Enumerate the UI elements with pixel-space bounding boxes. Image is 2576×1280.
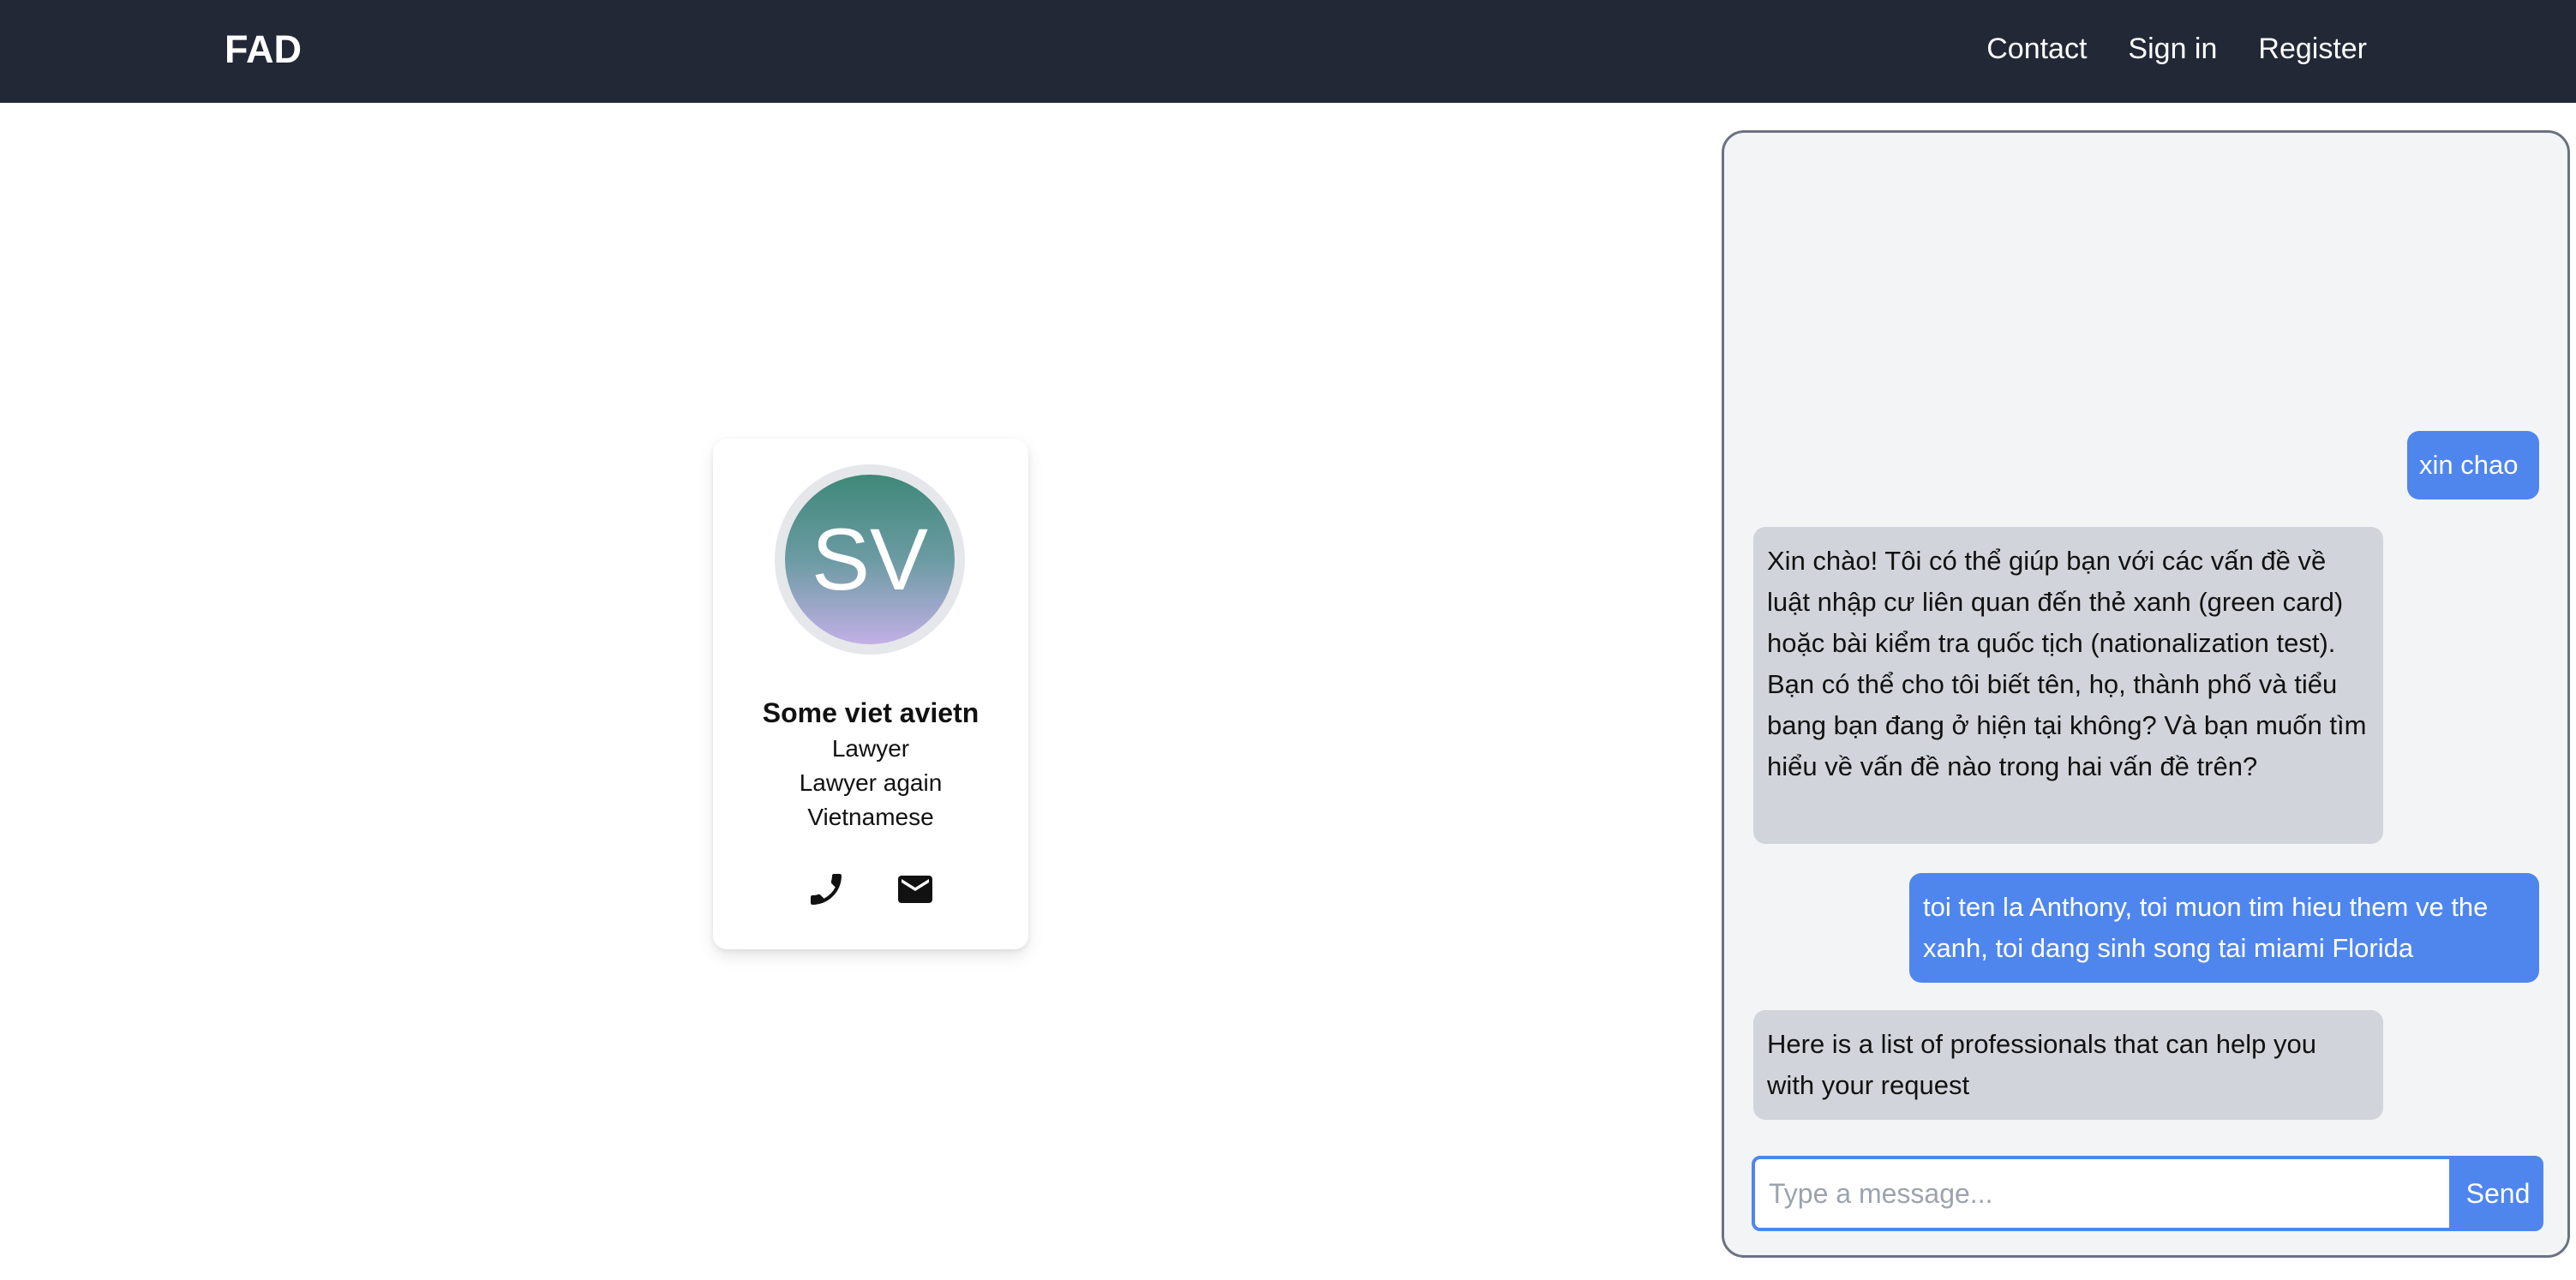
top-navbar: FAD Contact Sign in Register [0, 0, 2576, 103]
avatar: SV [775, 464, 965, 655]
professional-language: Vietnamese [807, 804, 934, 830]
phone-icon[interactable] [806, 869, 847, 910]
user-message: toi ten la Anthony, toi muon tim hieu th… [1909, 873, 2539, 983]
nav-register-link[interactable]: Register [2258, 26, 2367, 72]
professional-subtitle: Lawyer again [799, 769, 943, 796]
chat-panel: xin chao Xin chào! Tôi có thể giúp bạn v… [1722, 130, 2570, 1258]
professional-card: SV Some viet avietn Lawyer Lawyer again … [713, 439, 1028, 949]
nav-contact-link[interactable]: Contact [1986, 26, 2087, 72]
mail-icon[interactable] [895, 869, 936, 910]
contact-icons [713, 869, 1028, 910]
assistant-message: Xin chào! Tôi có thể giúp bạn với các vấ… [1753, 527, 2383, 844]
nav-sign-in-link[interactable]: Sign in [2128, 26, 2217, 72]
professional-name: Some viet avietn [762, 697, 979, 728]
assistant-message: Here is a list of professionals that can… [1753, 1010, 2383, 1120]
send-button[interactable]: Send [2453, 1156, 2543, 1231]
nav-links: Contact Sign in Register [1986, 26, 2367, 72]
message-composer: Send [1752, 1156, 2543, 1231]
message-input[interactable] [1752, 1156, 2453, 1231]
professional-title: Lawyer [831, 735, 910, 762]
user-message: xin chao [2407, 431, 2539, 499]
brand-logo[interactable]: FAD [225, 24, 302, 75]
